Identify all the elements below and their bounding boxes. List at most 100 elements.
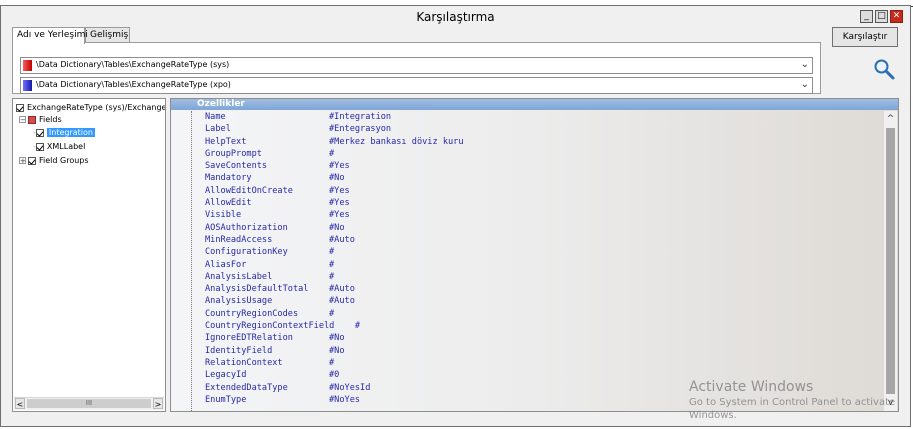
xmllabel-checkbox[interactable] — [35, 142, 44, 151]
property-row[interactable]: AnalysisDefaultTotal #Auto — [205, 283, 464, 295]
property-row[interactable]: LegacyId #0 — [205, 369, 464, 381]
property-row[interactable]: RelationContext # — [205, 357, 464, 369]
close-button[interactable]: ✕ — [890, 10, 903, 23]
property-row[interactable]: CountryRegionCodes # — [205, 308, 464, 320]
tab-name-and-location[interactable]: Adı ve Yerleşimi — [12, 27, 88, 44]
property-name: CountryRegionContextField — [205, 321, 335, 332]
property-row[interactable]: GroupPrompt # — [205, 148, 464, 160]
root-checkbox[interactable] — [16, 103, 24, 112]
property-name: Name — [205, 112, 226, 122]
property-row[interactable]: AllowEditOnCreate #Yes — [205, 185, 464, 197]
scroll-thumb[interactable] — [886, 128, 895, 394]
property-row[interactable]: Label #Entegrasyon — [205, 123, 464, 135]
property-row[interactable]: CountryRegionContextField # — [205, 320, 464, 332]
title-bar: Karşılaştırma _ □ ✕ — [1, 6, 910, 28]
watermark-line3: Windows. — [689, 410, 737, 421]
property-row[interactable]: ExtendedDataType #NoYesId — [205, 382, 464, 394]
tree-horizontal-scrollbar[interactable]: < III > — [14, 397, 164, 410]
xpo-color-swatch — [23, 80, 32, 91]
minimize-button[interactable]: _ — [860, 10, 873, 23]
property-value: #Auto — [329, 284, 355, 295]
property-row[interactable]: Mandatory #No — [205, 172, 464, 184]
scroll-right-icon[interactable]: > — [153, 398, 163, 409]
property-value: # — [329, 247, 335, 258]
scroll-left-icon[interactable]: < — [15, 398, 25, 409]
tree-node-root[interactable]: ExchangeRateType (sys)/Exchange — [16, 102, 165, 114]
chevron-down-icon[interactable]: ⌄ — [801, 79, 809, 90]
property-row[interactable]: AliasFor # — [205, 259, 464, 271]
property-value: #Entegrasyon — [329, 124, 392, 135]
property-value: # — [329, 321, 361, 332]
property-name: AliasFor — [205, 259, 247, 270]
tree-node-xmllabel[interactable]: - XMLLabel — [33, 141, 85, 153]
property-row[interactable]: IgnoreEDTRelation #No — [205, 332, 464, 344]
property-row[interactable]: AnalysisUsage #Auto — [205, 295, 464, 307]
path-select-sys[interactable]: \Data Dictionary\Tables\ExchangeRateType… — [20, 57, 813, 74]
property-value: # — [329, 148, 335, 159]
xmllabel-label: XMLLabel — [46, 142, 86, 151]
tab-advanced[interactable]: Gelişmiş — [85, 27, 130, 43]
property-value: #No — [329, 222, 345, 233]
property-row[interactable]: AOSAuthorization #No — [205, 222, 464, 234]
properties-vertical-scrollbar[interactable]: ^ v — [884, 111, 897, 411]
property-name: ConfigurationKey — [205, 247, 288, 258]
fields-label: Fields — [39, 115, 62, 124]
property-value: #Yes — [329, 185, 350, 196]
tree-node-fields[interactable]: − Fields — [19, 114, 62, 126]
property-row[interactable]: ConfigurationKey # — [205, 246, 464, 258]
chevron-down-icon[interactable]: ⌄ — [801, 59, 809, 70]
property-row[interactable]: IdentityField #No — [205, 345, 464, 357]
property-name: AllowEdit — [205, 198, 252, 209]
integration-checkbox[interactable] — [35, 128, 44, 137]
maximize-button[interactable]: □ — [875, 10, 888, 23]
property-name: CountryRegionCodes — [205, 308, 299, 319]
property-row[interactable]: AllowEdit #Yes — [205, 197, 464, 209]
property-name: AnalysisDefaultTotal — [205, 284, 309, 295]
field-groups-label: Field Groups — [39, 156, 89, 165]
watermark-line2: Go to System in Control Panel to activat… — [689, 397, 896, 408]
window-title: Karşılaştırma — [416, 10, 495, 24]
property-value: # — [329, 308, 335, 319]
property-name: Visible — [205, 210, 242, 221]
property-value: #Yes — [329, 198, 350, 209]
scroll-up-icon[interactable]: ^ — [884, 113, 897, 125]
property-name: MinReadAccess — [205, 234, 273, 245]
tree-node-field-groups[interactable]: + Field Groups — [19, 155, 89, 167]
property-value: # — [329, 271, 335, 282]
magnifier-icon[interactable] — [873, 58, 895, 80]
compare-button[interactable]: Karşılaştır — [832, 27, 898, 47]
path-sys-value: \Data Dictionary\Tables\ExchangeRateType… — [36, 60, 230, 69]
property-row[interactable]: EnumType #NoYes — [205, 394, 464, 406]
property-value: #Yes — [329, 210, 350, 221]
property-value: #NoYes — [329, 394, 361, 405]
property-row[interactable]: MinReadAccess #Auto — [205, 234, 464, 246]
property-name: SaveContents — [205, 161, 268, 172]
property-value: #0 — [329, 370, 340, 381]
property-name: IdentityField — [205, 345, 273, 356]
property-value: #Integration — [329, 112, 392, 122]
collapse-icon[interactable]: − — [19, 116, 26, 124]
property-row[interactable]: HelpText #Merkez bankası döviz kuru — [205, 136, 464, 148]
property-row[interactable]: AnalysisLabel # — [205, 271, 464, 283]
property-row[interactable]: SaveContents #Yes — [205, 160, 464, 172]
property-value: #No — [329, 345, 345, 356]
property-name: HelpText — [205, 136, 247, 147]
property-value: #No — [329, 333, 345, 344]
activation-watermark: Activate Windows Go to System in Control… — [689, 378, 895, 422]
integration-label: Integration — [46, 128, 95, 137]
property-name: LegacyId — [205, 370, 247, 381]
sys-color-swatch — [23, 60, 32, 71]
property-row[interactable]: Name #Integration — [205, 111, 464, 123]
path-select-xpo[interactable]: \Data Dictionary\Tables\ExchangeRateType… — [20, 77, 813, 94]
tree-node-integration[interactable]: - Integration — [33, 127, 95, 139]
property-value: #Auto — [329, 234, 355, 245]
object-tree: ExchangeRateType (sys)/Exchange − Fields … — [12, 98, 166, 412]
property-row[interactable]: Visible #Yes — [205, 209, 464, 221]
scroll-thumb[interactable]: III — [27, 399, 151, 408]
watermark-line1: Activate Windows — [689, 379, 814, 395]
property-value: #Yes — [329, 161, 350, 172]
field-groups-checkbox[interactable] — [28, 156, 36, 165]
property-name: Mandatory — [205, 173, 252, 184]
expand-icon[interactable]: + — [19, 157, 26, 165]
property-value: #No — [329, 173, 345, 184]
